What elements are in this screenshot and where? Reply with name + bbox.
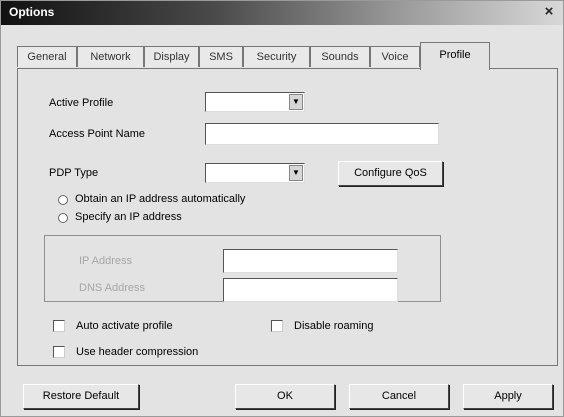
options-dialog: Options × General Network Display SMS Se… xyxy=(0,0,564,417)
active-profile-select[interactable]: ▼ xyxy=(205,92,305,112)
tab-strip: General Network Display SMS Security Sou… xyxy=(17,42,555,70)
window-title: Options xyxy=(9,5,55,19)
chevron-down-icon[interactable]: ▼ xyxy=(289,94,303,110)
pdp-type-select[interactable]: ▼ xyxy=(205,163,305,183)
dns-address-input[interactable] xyxy=(223,278,398,302)
pdp-type-label: PDP Type xyxy=(49,167,99,179)
obtain-ip-auto-radio[interactable] xyxy=(58,195,68,205)
chevron-down-icon[interactable]: ▼ xyxy=(289,165,303,181)
ip-address-label: IP Address xyxy=(79,255,132,267)
ok-button[interactable]: OK xyxy=(235,384,335,409)
tab-sounds[interactable]: Sounds xyxy=(310,46,370,67)
tab-voice[interactable]: Voice xyxy=(370,46,420,67)
cancel-button[interactable]: Cancel xyxy=(349,384,449,409)
tab-network[interactable]: Network xyxy=(77,46,144,67)
apn-input[interactable] xyxy=(205,123,439,145)
apn-label: Access Point Name xyxy=(49,128,145,140)
ip-address-input[interactable] xyxy=(223,249,398,273)
header-compression-label: Use header compression xyxy=(76,346,199,358)
restore-default-button[interactable]: Restore Default xyxy=(23,384,139,409)
apply-button[interactable]: Apply xyxy=(463,384,553,409)
auto-activate-checkbox[interactable] xyxy=(53,320,65,332)
disable-roaming-label: Disable roaming xyxy=(294,320,374,332)
auto-activate-label: Auto activate profile xyxy=(76,320,173,332)
tab-display[interactable]: Display xyxy=(144,46,199,67)
header-compression-checkbox[interactable] xyxy=(53,346,65,358)
active-profile-label: Active Profile xyxy=(49,97,114,109)
tab-general[interactable]: General xyxy=(17,46,77,67)
specify-ip-radio[interactable] xyxy=(58,213,68,223)
tab-security[interactable]: Security xyxy=(243,46,310,67)
title-bar: Options × xyxy=(1,1,563,25)
disable-roaming-checkbox[interactable] xyxy=(271,320,283,332)
close-icon[interactable]: × xyxy=(541,4,557,20)
specify-ip-label: Specify an IP address xyxy=(75,211,182,223)
obtain-ip-auto-label: Obtain an IP address automatically xyxy=(75,193,246,205)
configure-qos-button[interactable]: Configure QoS xyxy=(338,161,443,186)
tab-sms[interactable]: SMS xyxy=(199,46,243,67)
tab-profile[interactable]: Profile xyxy=(420,42,490,70)
dns-address-label: DNS Address xyxy=(79,282,146,294)
